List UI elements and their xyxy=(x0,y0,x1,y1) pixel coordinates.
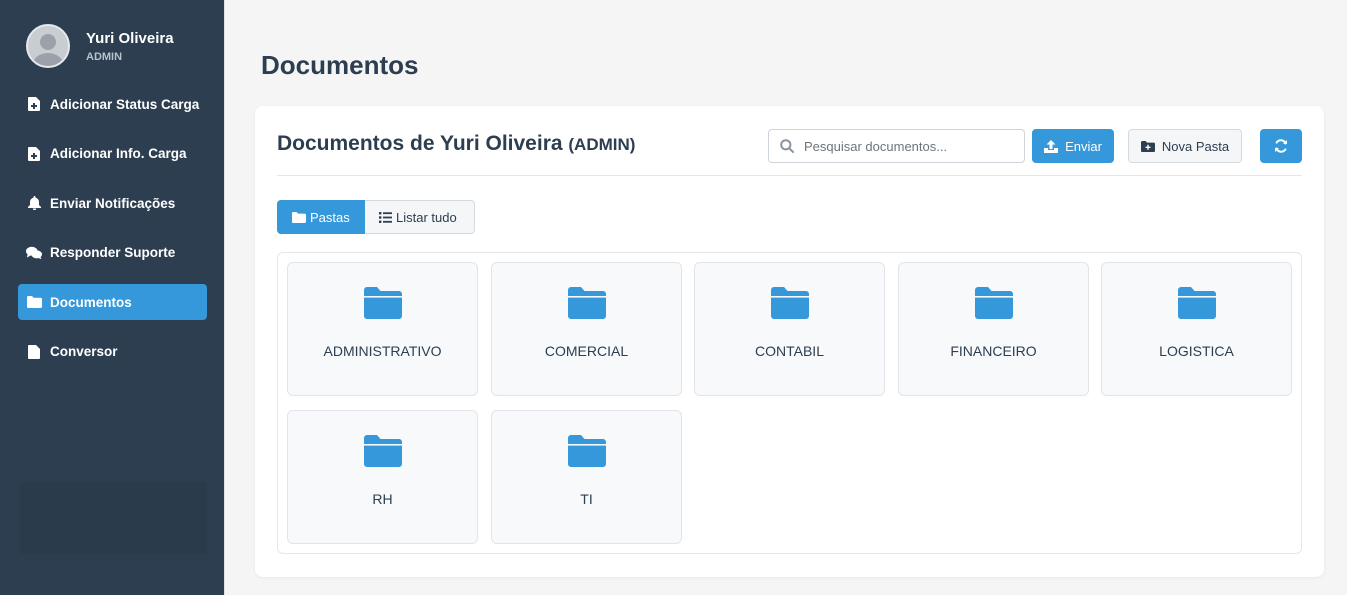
sidebar-item-label: Responder Suporte xyxy=(50,245,176,260)
folder-icon xyxy=(771,287,809,324)
file-icon xyxy=(26,344,42,360)
main-content: Documentos Documentos de Yuri Oliveira (… xyxy=(225,0,1347,595)
send-button-label: Enviar xyxy=(1065,138,1102,154)
folder-name: CONTABIL xyxy=(755,343,824,359)
sidebar-item-conversor[interactable]: Conversor xyxy=(18,334,207,370)
tab-folders-label: Pastas xyxy=(310,209,350,225)
folder-grid: ADMINISTRATIVO COMERCIAL CONTABIL FINANC… xyxy=(277,252,1302,554)
card-title-role: (ADMIN) xyxy=(568,135,636,154)
sidebar: Yuri Oliveira ADMIN Adicionar Status Car… xyxy=(0,0,225,595)
sidebar-item-adicionar-status-carga[interactable]: Adicionar Status Carga xyxy=(18,86,207,122)
folder-icon xyxy=(568,287,606,324)
sidebar-item-label: Conversor xyxy=(50,344,118,359)
sidebar-item-enviar-notificacoes[interactable]: Enviar Notificações xyxy=(18,185,207,221)
file-plus-icon xyxy=(26,146,42,162)
sidebar-item-label: Adicionar Status Carga xyxy=(50,96,200,112)
search-input[interactable] xyxy=(804,138,1004,154)
upload-icon xyxy=(1044,139,1059,153)
user-role: ADMIN xyxy=(86,50,123,63)
folder-plus-icon xyxy=(1140,140,1155,152)
page-title: Documentos xyxy=(261,50,419,80)
view-toggle: Pastas Listar tudo xyxy=(277,200,475,234)
folder-name: TI xyxy=(580,491,593,507)
refresh-icon xyxy=(1274,139,1288,153)
new-folder-button-label: Nova Pasta xyxy=(1161,138,1230,154)
folder-icon xyxy=(975,287,1013,324)
user-name: Yuri Oliveira xyxy=(86,29,174,47)
folder-card[interactable]: RH xyxy=(287,410,478,544)
list-icon xyxy=(379,211,392,223)
folder-icon xyxy=(364,435,402,472)
folder-card[interactable]: FINANCEIRO xyxy=(898,262,1089,396)
send-button[interactable]: Enviar xyxy=(1032,129,1114,163)
new-folder-button[interactable]: Nova Pasta xyxy=(1128,129,1242,163)
sidebar-item-documentos[interactable]: Documentos xyxy=(18,284,207,320)
search-icon xyxy=(780,139,794,153)
refresh-button[interactable] xyxy=(1260,129,1302,163)
user-profile: Yuri Oliveira ADMIN xyxy=(26,24,174,68)
folder-icon xyxy=(364,287,402,324)
sidebar-nav: Adicionar Status Carga Adicionar Info. C… xyxy=(18,86,207,383)
folder-icon xyxy=(26,294,42,310)
folder-icon xyxy=(1178,287,1216,324)
folder-name: RH xyxy=(372,491,393,507)
folder-name: ADMINISTRATIVO xyxy=(323,343,442,359)
search-box[interactable] xyxy=(768,129,1025,163)
card-header: Documentos de Yuri Oliveira (ADMIN) Envi… xyxy=(277,128,1302,176)
sidebar-item-label: Adicionar Info. Carga xyxy=(50,146,187,161)
sidebar-item-adicionar-info-carga[interactable]: Adicionar Info. Carga xyxy=(18,136,207,172)
comments-icon xyxy=(26,245,42,261)
folder-card[interactable]: COMERCIAL xyxy=(491,262,682,396)
sidebar-item-label: Documentos xyxy=(50,294,132,310)
folder-card[interactable]: TI xyxy=(491,410,682,544)
folder-name: COMERCIAL xyxy=(544,343,629,359)
sidebar-footer xyxy=(20,482,207,554)
file-plus-icon xyxy=(26,96,42,112)
tab-list-all[interactable]: Listar tudo xyxy=(365,200,475,234)
folder-icon xyxy=(292,211,306,223)
bell-icon xyxy=(26,195,42,211)
folder-card[interactable]: CONTABIL xyxy=(694,262,885,396)
card-title: Documentos de Yuri Oliveira (ADMIN) xyxy=(277,132,635,156)
folder-card[interactable]: LOGISTICA xyxy=(1101,262,1292,396)
sidebar-item-label: Enviar Notificações xyxy=(50,195,176,211)
documents-card: Documentos de Yuri Oliveira (ADMIN) Envi… xyxy=(255,106,1324,577)
tab-list-all-label: Listar tudo xyxy=(396,209,457,225)
folder-card[interactable]: ADMINISTRATIVO xyxy=(287,262,478,396)
folder-name: LOGISTICA xyxy=(1159,343,1234,359)
folder-name: FINANCEIRO xyxy=(950,343,1037,359)
folder-icon xyxy=(568,435,606,472)
card-title-text: Documentos de Yuri Oliveira xyxy=(277,132,563,155)
tab-folders[interactable]: Pastas xyxy=(277,200,365,234)
avatar xyxy=(26,24,70,68)
sidebar-item-responder-suporte[interactable]: Responder Suporte xyxy=(18,235,207,271)
